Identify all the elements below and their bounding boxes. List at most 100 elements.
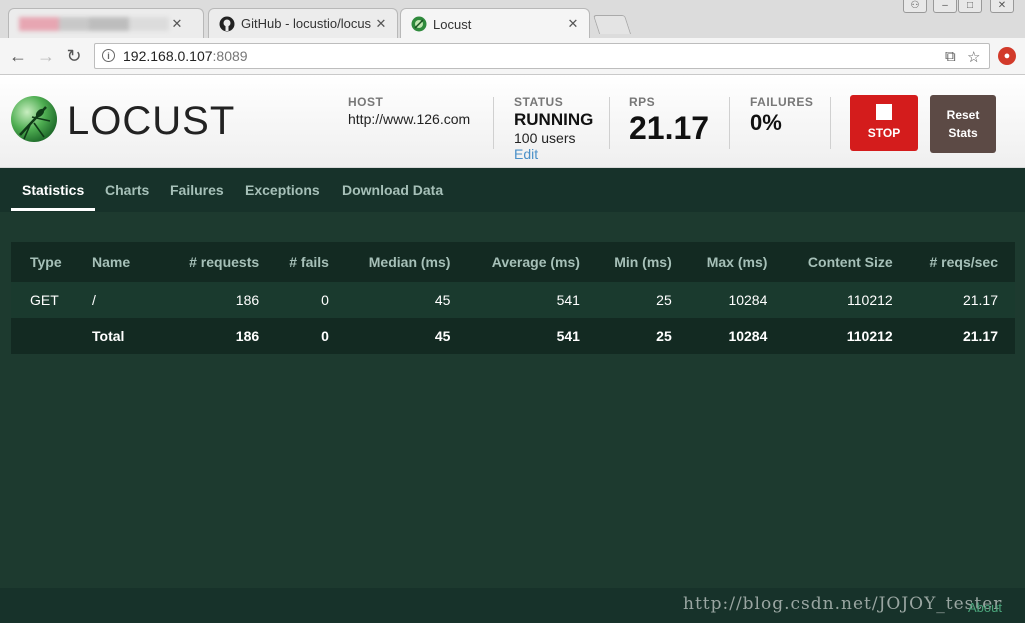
stats-table-container: Type Name # requests # fails Median (ms)… [11, 242, 1015, 354]
table-cell: Total [92, 318, 169, 354]
table-row: GET / 186 0 45 541 25 10284 110212 21.17 [11, 282, 1015, 318]
close-tab-icon[interactable]: ✕ [565, 16, 581, 32]
active-tab-indicator [11, 208, 95, 211]
reload-icon[interactable]: ↻ [64, 46, 84, 66]
column-header[interactable]: Type [11, 242, 92, 282]
info-icon[interactable]: i [102, 49, 115, 62]
browser-tab-blurred[interactable]: ✕ [8, 8, 204, 38]
watermark-text: http://blog.csdn.net/JOJOY_tester [683, 594, 1003, 614]
footer: http://blog.csdn.net/JOJOY_tester About [0, 588, 1025, 623]
browser-tab-locust[interactable]: Locust ✕ [400, 8, 590, 39]
column-header[interactable]: # fails [276, 242, 346, 282]
stop-button[interactable]: STOP [850, 95, 918, 151]
failures-stat: FAILURES 0% [750, 95, 813, 136]
divider [729, 97, 730, 149]
status-label: STATUS [514, 95, 564, 109]
reset-label: Reset [946, 108, 980, 122]
table-cell: 186 [169, 318, 277, 354]
browser-tab-github[interactable]: GitHub - locustio/locus ✕ [208, 8, 398, 38]
close-window-icon[interactable]: ✕ [990, 0, 1014, 13]
table-cell: 0 [276, 282, 346, 318]
column-header[interactable]: Content Size [784, 242, 909, 282]
table-cell: / [92, 282, 169, 318]
table-cell: 10284 [688, 282, 785, 318]
status-value: RUNNING [514, 110, 594, 129]
edit-link[interactable]: Edit [514, 146, 593, 162]
column-header[interactable]: Average (ms) [467, 242, 597, 282]
column-header[interactable]: # reqs/sec [910, 242, 1015, 282]
tab-statistics[interactable]: Statistics [22, 182, 84, 198]
table-cell: 0 [276, 318, 346, 354]
reset-stats-button[interactable]: Reset Stats [930, 95, 996, 153]
status-stat: STATUS RUNNING 100 users Edit [514, 95, 593, 162]
forward-icon[interactable]: → [36, 46, 56, 66]
minimize-icon[interactable]: – [933, 0, 957, 13]
table-cell: 541 [467, 282, 597, 318]
table-header-row: Type Name # requests # fails Median (ms)… [11, 242, 1015, 282]
rps-value: 21.17 [629, 110, 710, 146]
tab-charts[interactable]: Charts [105, 182, 149, 198]
locust-logo-icon [11, 96, 57, 142]
column-header[interactable]: # requests [169, 242, 276, 282]
column-header[interactable]: Median (ms) [346, 242, 468, 282]
failures-value: 0% [750, 110, 782, 135]
table-cell: 186 [169, 282, 277, 318]
user-count: 100 users [514, 130, 576, 146]
divider [493, 97, 494, 149]
logo-text: LOCUST [67, 99, 236, 143]
column-header[interactable]: Max (ms) [689, 242, 785, 282]
host-label: HOST [348, 95, 384, 109]
host-value: http://www.126.com [348, 111, 471, 127]
github-icon [219, 16, 235, 32]
table-cell: 21.17 [909, 318, 1015, 354]
table-cell: 21.17 [909, 282, 1015, 318]
close-tab-icon[interactable]: ✕ [169, 16, 185, 32]
back-icon[interactable]: ← [8, 46, 28, 66]
bookmark-star-icon[interactable]: ☆ [967, 48, 980, 66]
table-cell [11, 318, 92, 354]
table-cell: GET [11, 282, 92, 318]
divider [830, 97, 831, 149]
blurred-tab-title [19, 16, 169, 31]
maximize-icon[interactable]: □ [958, 0, 982, 13]
browser-tab-bar: ✕ GitHub - locustio/locus ✕ Locust ✕ ⚇ –… [0, 0, 1025, 39]
tab-failures[interactable]: Failures [170, 182, 224, 198]
tab-exceptions[interactable]: Exceptions [245, 182, 320, 198]
close-tab-icon[interactable]: ✕ [373, 16, 389, 32]
table-total-row: Total 186 0 45 541 25 10284 110212 21.17 [11, 318, 1015, 354]
tab-title: Locust [433, 16, 472, 32]
table-cell: 25 [596, 318, 689, 354]
table-cell: 10284 [688, 318, 785, 354]
column-header[interactable]: Name [92, 242, 169, 282]
address-bar[interactable]: i 192.168.0.107:8089 ⧉ ☆ [94, 43, 990, 69]
locust-header: LOCUST HOST http://www.126.com STATUS RU… [0, 75, 1025, 168]
table-cell: 110212 [784, 282, 910, 318]
url-text: 192.168.0.107:8089 [123, 48, 248, 64]
stop-icon [876, 104, 892, 120]
column-header[interactable]: Min (ms) [597, 242, 689, 282]
table-cell: 45 [345, 282, 468, 318]
main-content: Type Name # requests # fails Median (ms)… [0, 212, 1025, 588]
stats-table: Type Name # requests # fails Median (ms)… [11, 242, 1015, 354]
rps-label: RPS [629, 95, 656, 109]
new-tab-button[interactable] [592, 15, 632, 34]
failures-label: FAILURES [750, 95, 814, 109]
about-link[interactable]: About [968, 600, 1002, 615]
main-nav: Statistics Charts Failures Exceptions Do… [0, 168, 1025, 212]
table-cell: 45 [345, 318, 468, 354]
divider [609, 97, 610, 149]
translate-icon[interactable]: ⧉ [945, 48, 956, 65]
tab-download-data[interactable]: Download Data [342, 182, 443, 198]
extension-icon[interactable]: ● [998, 47, 1016, 65]
host-stat: HOST http://www.126.com [348, 95, 470, 127]
stop-label: STOP [867, 126, 901, 140]
tab-title: GitHub - locustio/locus [241, 16, 372, 31]
user-icon[interactable]: ⚇ [903, 0, 927, 13]
table-cell: 25 [596, 282, 689, 318]
locust-favicon-icon [411, 16, 427, 32]
table-cell: 541 [467, 318, 597, 354]
stats-label: Stats [948, 126, 978, 140]
browser-toolbar: ← → ↻ i 192.168.0.107:8089 ⧉ ☆ ● [0, 38, 1025, 75]
rps-stat: RPS 21.17 [629, 95, 709, 147]
table-cell: 110212 [784, 318, 910, 354]
